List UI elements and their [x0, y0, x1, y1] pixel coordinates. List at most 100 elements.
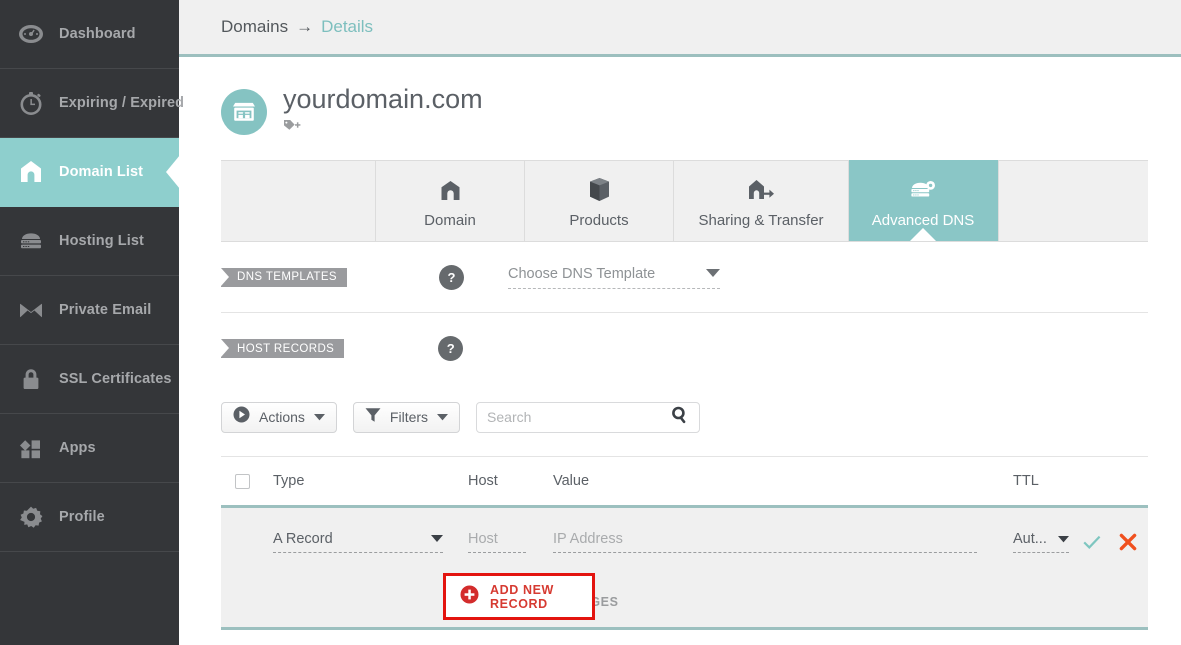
- sidebar-item-expiring-expired[interactable]: Expiring / Expired: [0, 69, 184, 138]
- tag-plus-icon[interactable]: [283, 119, 483, 137]
- server-icon: [15, 225, 47, 257]
- stopwatch-icon: [15, 87, 47, 119]
- blocks-icon: [15, 432, 47, 464]
- sidebar-item-label: Expiring / Expired: [59, 95, 185, 111]
- row-ttl-cell: Aut...: [1013, 531, 1148, 553]
- server-dns-icon: [909, 173, 937, 203]
- row-host-cell: Host: [468, 531, 553, 553]
- house-icon: [15, 156, 47, 188]
- column-header-value: Value: [553, 473, 590, 489]
- sidebar-item-private-email[interactable]: Private Email: [0, 276, 179, 345]
- tab-bar-spacer: [221, 160, 376, 241]
- dns-template-select-value: Choose DNS Template: [508, 266, 656, 282]
- sidebar-item-apps[interactable]: Apps: [0, 414, 179, 483]
- breadcrumb-root[interactable]: Domains: [221, 17, 288, 37]
- sidebar-item-label: SSL Certificates: [59, 371, 172, 387]
- table-header-row: Type Host Value TTL: [221, 456, 1148, 508]
- add-new-record-label: ADD NEW RECORD: [490, 582, 554, 611]
- plus-circle-icon: [460, 585, 479, 609]
- funnel-icon: [365, 407, 381, 428]
- record-type-select[interactable]: A Record: [273, 531, 443, 553]
- sidebar-item-ssl-certificates[interactable]: SSL Certificates: [0, 345, 179, 414]
- tab-label: Domain: [424, 212, 476, 229]
- dns-templates-help-icon[interactable]: ?: [439, 264, 464, 290]
- tab-domain[interactable]: Domain: [376, 160, 525, 241]
- record-ttl-select[interactable]: Aut...: [1013, 531, 1069, 553]
- envelope-icon: [15, 294, 47, 326]
- chevron-down-icon: [1058, 531, 1069, 547]
- record-host-input[interactable]: Host: [468, 531, 526, 553]
- table-row: A Record Host IP Address Aut...: [221, 508, 1148, 576]
- chevron-down-icon: [313, 408, 325, 426]
- sidebar-item-label: Domain List: [59, 164, 144, 180]
- app-root: Dashboard Expiring / Expired Domain List…: [0, 0, 1181, 645]
- breadcrumb-current[interactable]: Details: [321, 17, 373, 37]
- sidebar-item-label: Apps: [59, 440, 96, 456]
- breadcrumb-separator-icon: →: [296, 17, 314, 36]
- filters-button-label: Filters: [389, 409, 429, 425]
- filters-button[interactable]: Filters: [352, 401, 461, 433]
- sidebar-item-label: Private Email: [59, 302, 152, 318]
- main-content: Domains → Details yourdomain.com Domain …: [179, 0, 1181, 645]
- play-circle-icon: [233, 406, 250, 428]
- tab-bar-end: [998, 160, 1148, 241]
- row-type-cell: A Record: [273, 531, 468, 553]
- dns-template-select[interactable]: Choose DNS Template: [508, 265, 720, 289]
- sidebar-item-label: Profile: [59, 509, 105, 525]
- host-records-help-icon[interactable]: ?: [438, 336, 464, 361]
- storefront-icon: [221, 88, 267, 135]
- chevron-down-icon: [431, 531, 443, 547]
- tab-label: Advanced DNS: [871, 212, 975, 229]
- tab-advanced-dns[interactable]: Advanced DNS: [849, 160, 998, 241]
- lock-icon: [15, 363, 47, 395]
- box-icon: [587, 173, 612, 203]
- column-header-host: Host: [468, 473, 498, 489]
- domain-title-wrap: yourdomain.com: [283, 86, 483, 137]
- add-new-record-highlight[interactable]: ADD NEW RECORD: [443, 573, 595, 620]
- column-header-ttl: TTL: [1013, 473, 1039, 489]
- records-toolbar: Actions Filters: [221, 384, 1148, 450]
- chevron-down-icon: [706, 265, 720, 283]
- house-icon: [438, 173, 463, 203]
- record-ttl-value: Aut...: [1013, 531, 1047, 547]
- column-header-type: Type: [273, 473, 305, 489]
- row-action-buttons: [1083, 533, 1137, 551]
- host-records-section: HOST RECORDS ?: [221, 313, 1148, 384]
- dns-templates-ribbon: DNS TEMPLATES: [221, 267, 347, 287]
- sidebar-item-label: Dashboard: [59, 26, 136, 42]
- row-value-cell: IP Address: [553, 531, 1013, 553]
- breadcrumb: Domains → Details: [179, 0, 1181, 57]
- actions-button-label: Actions: [259, 409, 305, 425]
- host-records-ribbon: HOST RECORDS: [221, 339, 345, 358]
- check-icon[interactable]: [1083, 535, 1101, 550]
- tab-bar: Domain Products Sharing & Transfer Advan…: [221, 160, 1148, 242]
- sidebar-item-dashboard[interactable]: Dashboard: [0, 0, 179, 69]
- page-title: yourdomain.com: [283, 84, 483, 114]
- chevron-down-icon: [437, 408, 449, 426]
- transfer-icon: [747, 173, 775, 203]
- dns-templates-section: DNS TEMPLATES ? Choose DNS Template: [221, 242, 1148, 313]
- sidebar-item-domain-list[interactable]: Domain List: [0, 138, 179, 207]
- ribbon-label: DNS TEMPLATES: [237, 271, 337, 283]
- sidebar-item-label: Hosting List: [59, 233, 144, 249]
- content-area: yourdomain.com Domain Products Sharing &…: [179, 57, 1181, 630]
- x-icon[interactable]: [1119, 533, 1137, 551]
- tab-sharing-transfer[interactable]: Sharing & Transfer: [674, 160, 849, 241]
- record-value-placeholder: IP Address: [553, 531, 623, 547]
- magnifier-icon[interactable]: [671, 406, 689, 429]
- host-records-table: Type Host Value TTL A Record Host IP Add…: [221, 456, 1148, 630]
- sidebar-item-hosting-list[interactable]: Hosting List: [0, 207, 179, 276]
- sidebar-item-profile[interactable]: Profile: [0, 483, 179, 552]
- domain-header: yourdomain.com: [221, 57, 1148, 160]
- search-input[interactable]: [487, 409, 672, 425]
- record-host-placeholder: Host: [468, 531, 498, 547]
- ribbon-label: HOST RECORDS: [237, 342, 335, 355]
- search-box[interactable]: [476, 401, 701, 433]
- record-type-value: A Record: [273, 531, 333, 547]
- sidebar: Dashboard Expiring / Expired Domain List…: [0, 0, 184, 645]
- tab-label: Sharing & Transfer: [698, 212, 824, 229]
- tab-products[interactable]: Products: [525, 160, 674, 241]
- select-all-checkbox[interactable]: [235, 473, 250, 489]
- record-value-input[interactable]: IP Address: [553, 531, 977, 553]
- actions-button[interactable]: Actions: [221, 401, 337, 433]
